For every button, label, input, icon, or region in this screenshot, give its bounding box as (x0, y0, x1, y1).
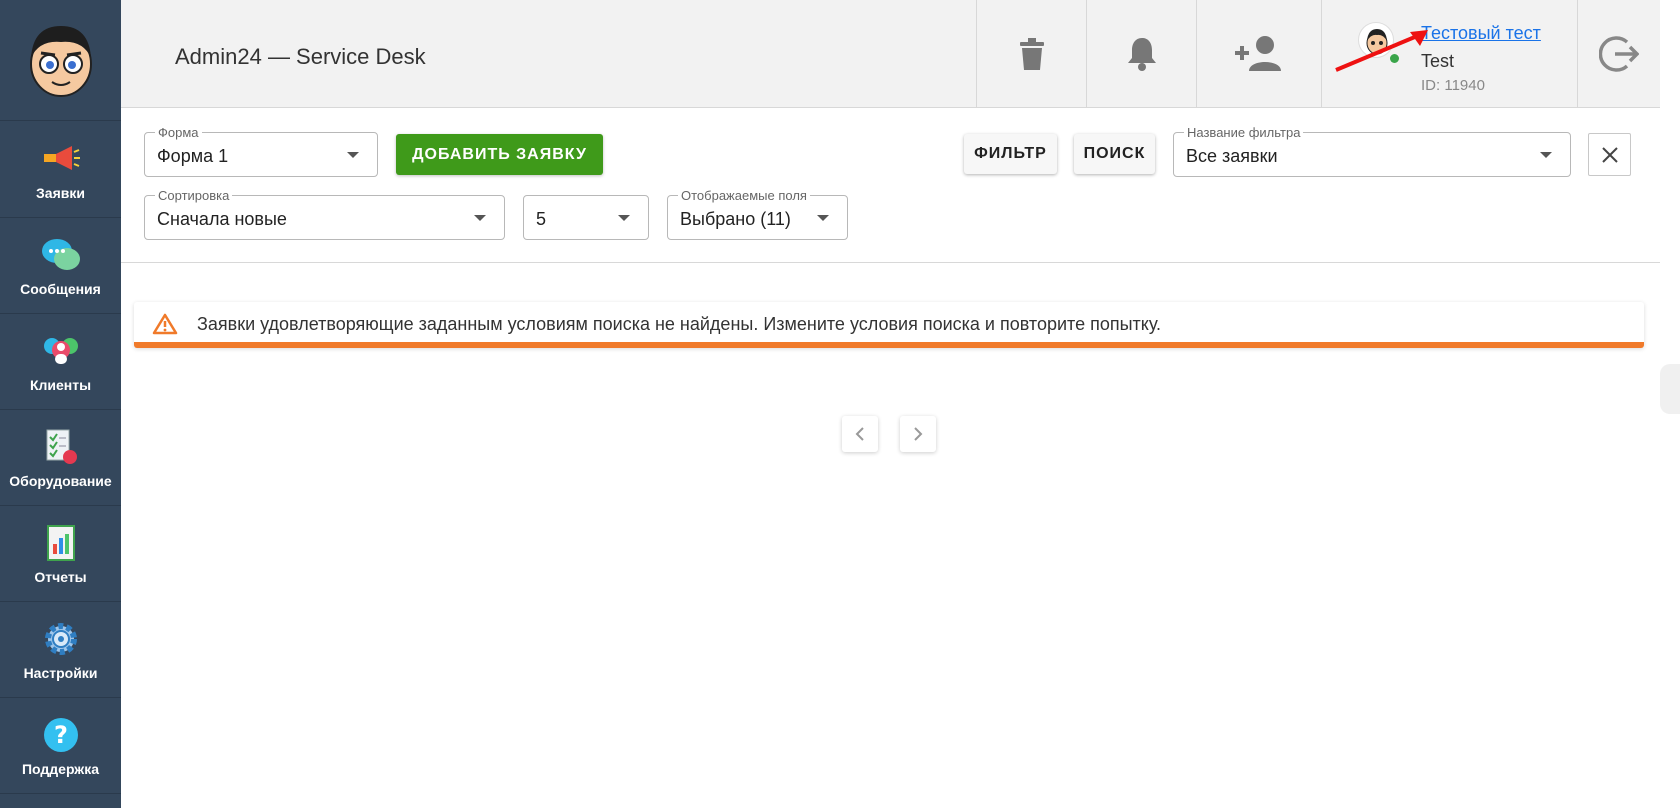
sidebar-item-label: Заявки (36, 184, 85, 201)
sidebar-item-label: Настройки (23, 664, 98, 681)
trash-icon (1019, 38, 1044, 70)
user-name-link[interactable]: Тестовый тест (1421, 23, 1541, 44)
add-request-button[interactable]: ДОБАВИТЬ ЗАЯВКУ (396, 134, 603, 175)
sort-select-label: Сортировка (155, 188, 233, 203)
form-select-label: Форма (155, 125, 202, 140)
chevron-down-icon (347, 152, 359, 158)
close-icon (1601, 146, 1618, 163)
logo[interactable] (0, 0, 121, 121)
search-button[interactable]: ПОИСК (1074, 134, 1155, 174)
filter-button[interactable]: ФИЛЬТР (964, 134, 1057, 174)
trash-button[interactable] (976, 0, 1086, 108)
sidebar-item-label: Оборудование (9, 472, 112, 489)
megaphone-icon (41, 139, 81, 179)
clear-filter-button[interactable] (1588, 133, 1631, 176)
logout-button[interactable] (1577, 0, 1660, 108)
help-question-icon: ? (41, 715, 81, 755)
page-size-select[interactable]: 5 (523, 195, 649, 240)
sort-select[interactable]: Сортировка Сначала новые (144, 188, 505, 240)
app-title: Admin24 — Service Desk (175, 44, 426, 69)
gear-icon (41, 619, 81, 659)
divider (121, 262, 1660, 263)
filter-name-label: Название фильтра (1184, 125, 1304, 140)
avatar-logo-icon (29, 26, 92, 97)
sidebar-item-label: Поддержка (21, 760, 100, 777)
notifications-button[interactable] (1086, 0, 1196, 108)
clients-icon (41, 331, 81, 371)
sidebar-item-clients[interactable]: Клиенты (0, 314, 121, 410)
sidebar-item-label: Отчеты (34, 568, 87, 585)
visible-fields-label: Отображаемые поля (678, 188, 810, 203)
form-select[interactable]: Форма Форма 1 (144, 125, 378, 177)
sidebar-item-requests[interactable]: Заявки (0, 122, 121, 218)
bell-icon (1127, 38, 1156, 71)
page-size-value: 5 (536, 209, 547, 229)
chevron-right-icon (914, 427, 923, 441)
visible-fields-select[interactable]: Отображаемые поля Выбрано (11) (667, 188, 848, 240)
warning-icon (152, 313, 178, 335)
sidebar: Заявки Сообщения Клиенты Оборудование От… (0, 0, 121, 808)
chevron-left-icon (855, 427, 864, 441)
no-results-alert: Заявки удовлетворяющие заданным условиям… (134, 302, 1644, 348)
chat-bubbles-icon (41, 235, 81, 275)
alert-message: Заявки удовлетворяющие заданным условиям… (197, 314, 1162, 334)
user-panel: Тестовый тест Test ID: 11940 (1321, 0, 1577, 108)
filter-name-value: Все заявки (1186, 146, 1278, 166)
top-header: Admin24 — Service Desk Тестовый тест Tes… (121, 0, 1660, 108)
chevron-down-icon (618, 215, 630, 221)
user-id: ID: 11940 (1421, 77, 1485, 94)
prev-page-button[interactable] (842, 416, 878, 452)
sidebar-item-settings[interactable]: Настройки (0, 602, 121, 698)
sidebar-item-reports[interactable]: Отчеты (0, 506, 121, 602)
sidebar-item-support[interactable]: ? Поддержка (0, 698, 121, 794)
chevron-down-icon (1540, 152, 1552, 158)
form-select-value: Форма 1 (157, 146, 229, 166)
sidebar-item-label: Клиенты (29, 376, 92, 393)
sidebar-item-messages[interactable]: Сообщения (0, 218, 121, 314)
report-chart-icon (41, 523, 81, 563)
equipment-checklist-icon (41, 427, 81, 467)
logout-icon (1599, 36, 1639, 72)
side-scroll-handle[interactable] (1660, 364, 1680, 414)
chevron-down-icon (474, 215, 486, 221)
chevron-down-icon (817, 215, 829, 221)
red-arrow-annotation (1335, 30, 1428, 72)
svg-text:?: ? (54, 721, 68, 749)
filter-name-select[interactable]: Название фильтра Все заявки (1173, 125, 1571, 177)
add-user-icon (1235, 36, 1281, 71)
next-page-button[interactable] (900, 416, 936, 452)
sort-select-value: Сначала новые (157, 209, 287, 229)
add-user-button[interactable] (1196, 0, 1321, 108)
sidebar-item-label: Сообщения (20, 280, 101, 297)
sidebar-item-equipment[interactable]: Оборудование (0, 410, 121, 506)
visible-fields-value: Выбрано (11) (680, 209, 791, 229)
